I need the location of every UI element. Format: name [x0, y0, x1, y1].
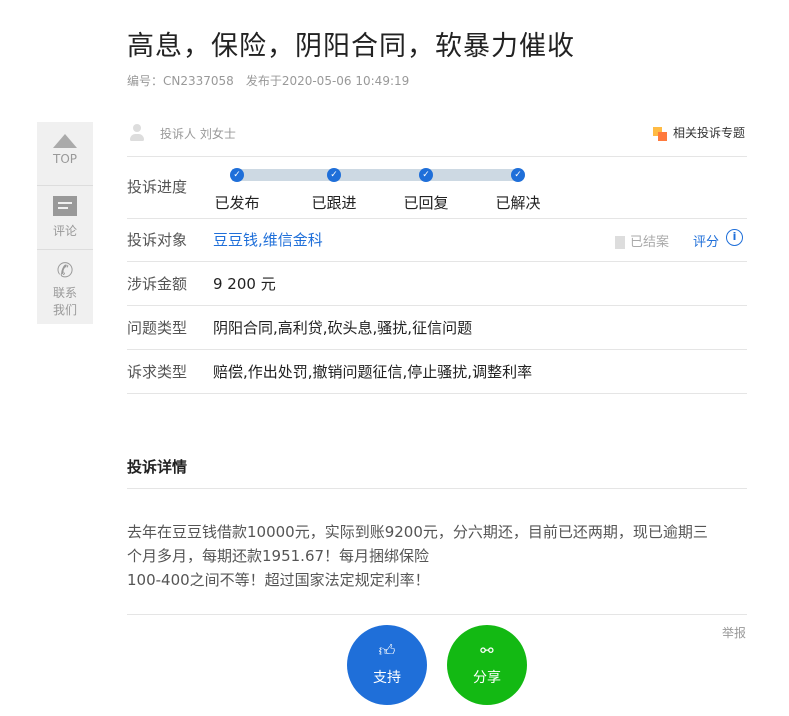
divider [127, 218, 747, 219]
related-topics-link[interactable]: 相关投诉专题 [653, 124, 745, 141]
detail-body: 去年在豆豆钱借款10000元，实际到账9200元，分六期还，目前已还两期，现已逾… [127, 523, 708, 589]
status: 已结案 [615, 231, 669, 250]
share-button[interactable]: ⚯ 分享 [447, 625, 527, 705]
sidebar: TOP 评论 ✆ 联系 我们 [37, 122, 93, 324]
contact-button[interactable]: ✆ 联系 我们 [37, 250, 93, 324]
divider [127, 488, 747, 489]
demand-label: 诉求类型 [127, 363, 188, 381]
comment-button[interactable]: 评论 [37, 186, 93, 250]
share-icon: ⚯ [480, 641, 494, 660]
progress-label: 投诉进度 [127, 178, 188, 196]
page-title: 高息，保险，阴阳合同，软暴力催收 [127, 31, 575, 62]
divider [127, 393, 747, 394]
issue-label: 问题类型 [127, 319, 188, 337]
document-icon [615, 236, 625, 249]
topic-icon [653, 126, 669, 141]
comment-icon [53, 196, 77, 216]
target-link[interactable]: 豆豆钱,维信金科 [213, 229, 323, 250]
phone-icon: ✆ [56, 258, 74, 282]
step-label: 已回复 [403, 194, 449, 212]
info-icon[interactable]: i [726, 229, 743, 246]
publish-time: 发布于2020-05-06 10:49:19 [245, 74, 410, 88]
complaint-id: 编号：CN2337058 [127, 74, 234, 88]
step-check-icon: ✓ [511, 168, 525, 182]
divider [127, 156, 747, 157]
divider [127, 261, 747, 262]
support-button[interactable]: 👍︎ 支持 [347, 625, 427, 705]
target-label: 投诉对象 [127, 231, 188, 249]
detail-heading: 投诉详情 [127, 458, 188, 476]
amount-label: 涉诉金额 [127, 275, 188, 293]
step-check-icon: ✓ [419, 168, 433, 182]
step-check-icon: ✓ [230, 168, 244, 182]
step-label: 已跟进 [311, 194, 357, 212]
step-label: 已解决 [495, 194, 541, 212]
issue-value: 阴阳合同,高利贷,砍头息,骚扰,征信问题 [213, 319, 473, 337]
divider [127, 305, 747, 306]
complainant: 投诉人 刘女士 [160, 127, 236, 141]
triangle-up-icon [53, 134, 77, 148]
top-button[interactable]: TOP [37, 122, 93, 186]
user-avatar-icon [130, 124, 144, 142]
report-link[interactable]: 举报 [722, 624, 746, 641]
progress-bar [232, 169, 522, 181]
step-check-icon: ✓ [327, 168, 341, 182]
thumbs-up-icon: 👍︎ [378, 641, 396, 660]
meta: 编号：CN2337058 发布于2020-05-06 10:49:19 [127, 72, 421, 89]
demand-value: 赔偿,作出处罚,撤销问题征信,停止骚扰,调整利率 [213, 363, 533, 381]
divider [127, 349, 747, 350]
step-label: 已发布 [214, 194, 260, 212]
divider [127, 614, 747, 615]
amount-value: 9 200 元 [213, 275, 276, 293]
rate-link[interactable]: 评分 [693, 231, 719, 250]
